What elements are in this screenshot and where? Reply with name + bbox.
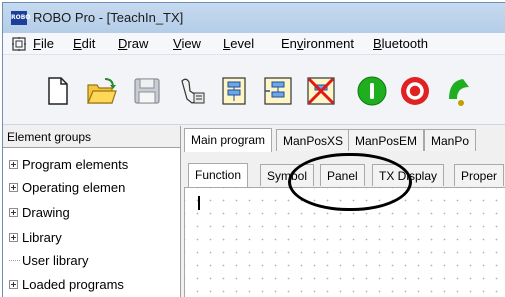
robo-app-icon[interactable]: ROBO xyxy=(11,11,30,25)
partial-green-icon[interactable] xyxy=(443,75,475,107)
tree-line-icon xyxy=(9,260,20,261)
tab-manpo[interactable]: ManPo xyxy=(424,129,477,151)
open-folder-icon[interactable] xyxy=(85,75,117,107)
window-title: ROBO Pro - [TeachIn_TX] xyxy=(33,10,184,25)
expand-plus-icon[interactable] xyxy=(9,280,18,289)
tab-main-program[interactable]: Main program xyxy=(184,128,273,152)
new-document-icon[interactable] xyxy=(41,75,73,107)
menu-level[interactable]: Level xyxy=(223,36,254,51)
expand-plus-icon[interactable] xyxy=(9,208,18,217)
expand-plus-icon[interactable] xyxy=(9,233,18,242)
tree-item-program-elements[interactable]: Program elements xyxy=(9,157,128,175)
menu-draw[interactable]: Draw xyxy=(118,36,148,51)
toolbar xyxy=(3,55,505,125)
save-disk-icon[interactable] xyxy=(131,75,163,107)
download-program-icon[interactable] xyxy=(218,75,250,107)
tab-manposxs[interactable]: ManPosXS xyxy=(276,129,351,151)
wand-icon[interactable] xyxy=(176,75,208,107)
app-window: ROBO ROBO Pro - [TeachIn_TX] File Edit D… xyxy=(2,2,505,297)
tree-item-user-library[interactable]: User library xyxy=(9,253,88,271)
tree-item-operating-elements[interactable]: Operating elemen xyxy=(9,180,125,198)
tab-manposem[interactable]: ManPosEM xyxy=(348,129,425,151)
new-subprogram-icon[interactable] xyxy=(262,75,294,107)
tree-item-drawing[interactable]: Drawing xyxy=(9,205,70,223)
title-bar[interactable]: ROBO ROBO Pro - [TeachIn_TX] xyxy=(3,3,505,33)
highlight-ellipse xyxy=(288,153,412,211)
stop-program-icon[interactable] xyxy=(399,75,431,107)
text-caret xyxy=(198,196,200,210)
menu-bluetooth[interactable]: Bluetooth xyxy=(373,36,428,51)
menu-file[interactable]: File xyxy=(33,36,54,51)
expand-plus-icon[interactable] xyxy=(9,183,18,192)
document-system-icon[interactable] xyxy=(11,36,27,52)
tree-item-loaded-programs[interactable]: Loaded programs xyxy=(9,277,124,295)
tab-function[interactable]: Function xyxy=(188,163,249,187)
tree-item-library[interactable]: Library xyxy=(9,230,62,248)
tab-properties[interactable]: Proper xyxy=(454,164,505,186)
element-groups-panel: Element groups Program elements Operatin… xyxy=(3,126,181,297)
menu-view[interactable]: View xyxy=(173,36,201,51)
menu-bar: File Edit Draw View Level Environment Bl… xyxy=(3,33,505,55)
delete-subprogram-icon[interactable] xyxy=(305,75,337,107)
element-groups-header: Element groups xyxy=(3,126,180,148)
start-program-icon[interactable] xyxy=(356,75,388,107)
expand-plus-icon[interactable] xyxy=(9,160,18,169)
menu-edit[interactable]: Edit xyxy=(73,36,95,51)
menu-environment[interactable]: Environment xyxy=(281,36,354,51)
